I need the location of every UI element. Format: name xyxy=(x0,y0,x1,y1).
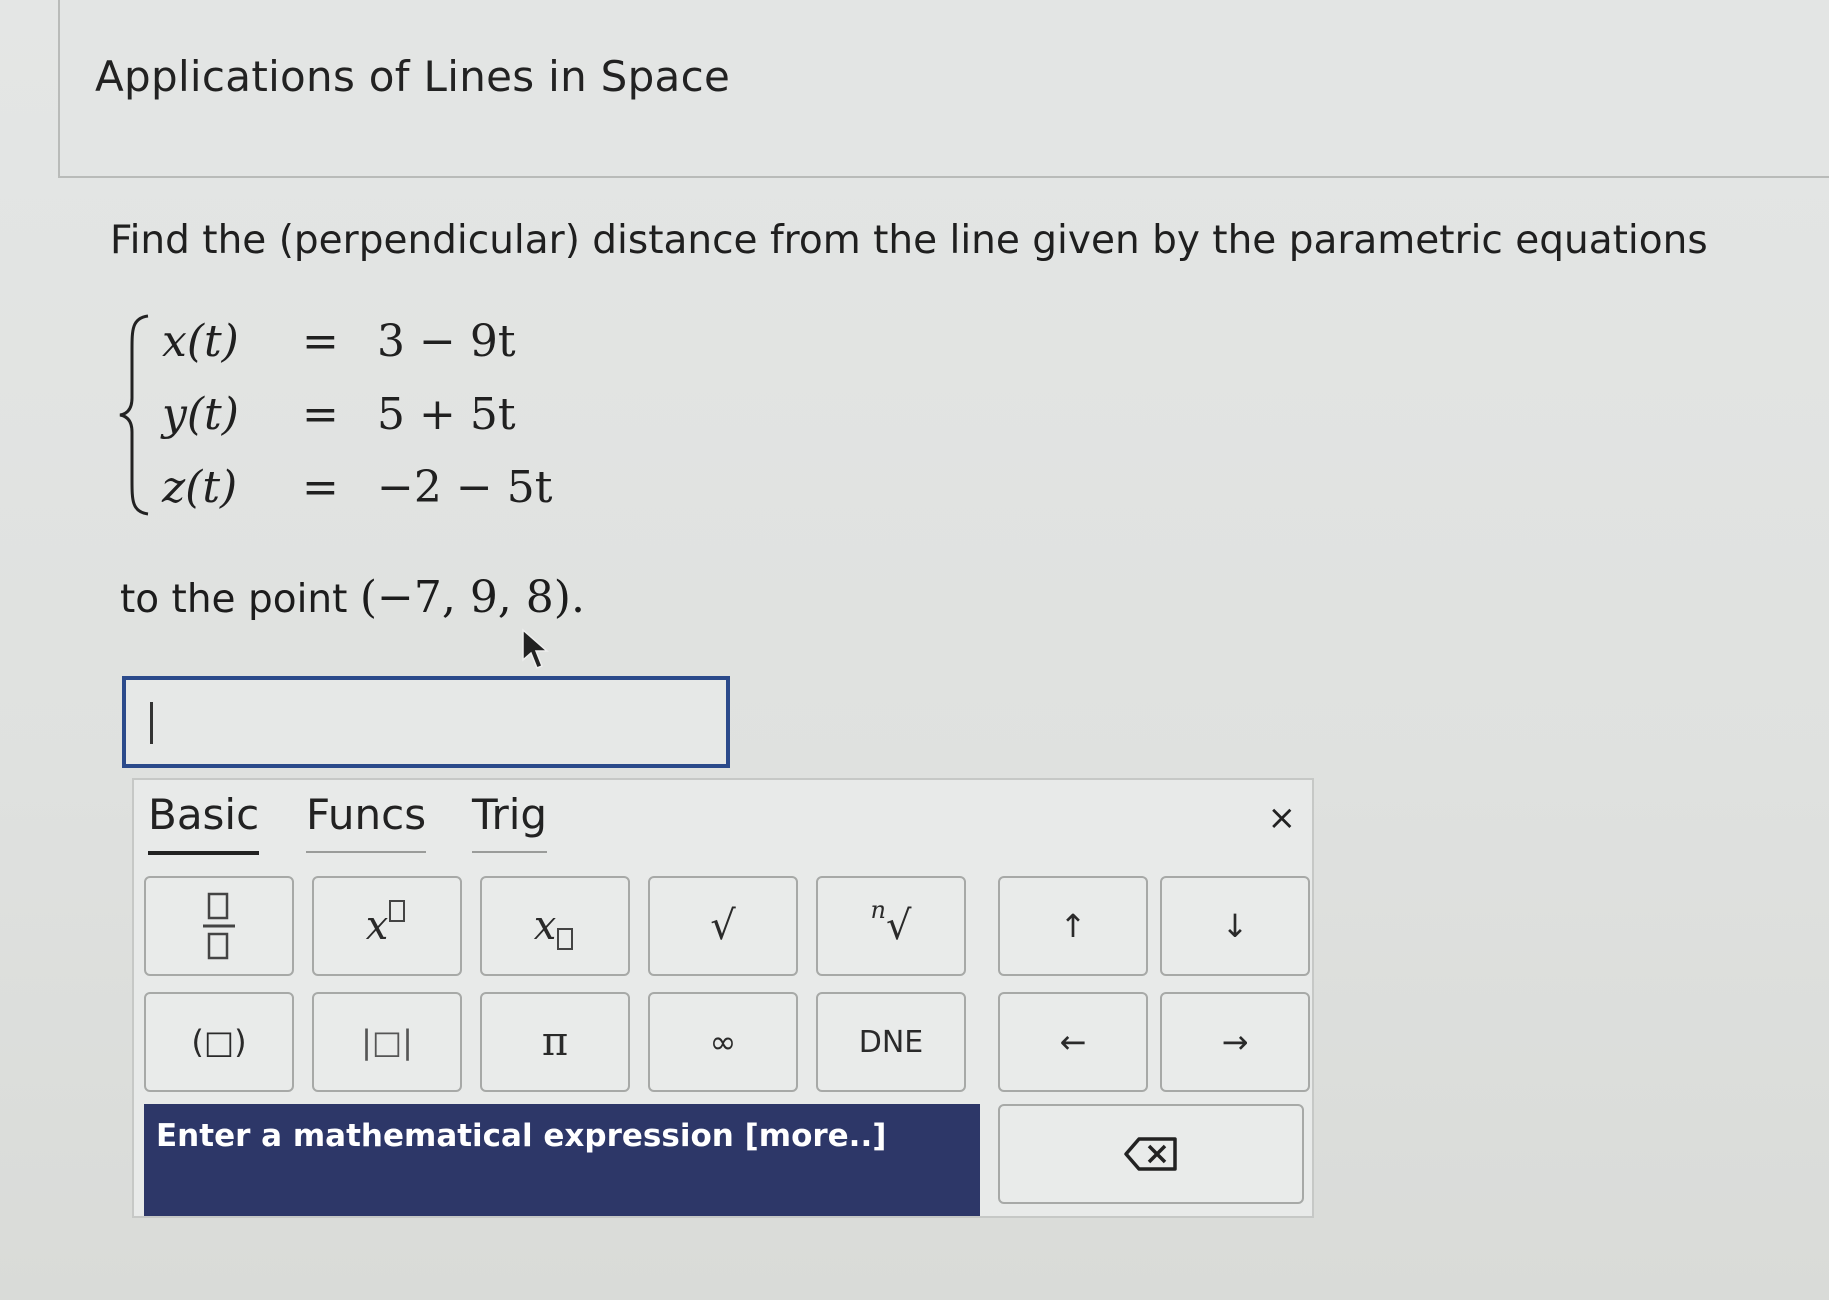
question-prompt: Find the (perpendicular) distance from t… xyxy=(110,218,1708,263)
tab-trig[interactable]: Trig xyxy=(472,790,548,853)
answer-input[interactable] xyxy=(122,676,730,768)
left-brace-icon xyxy=(119,314,149,516)
subscript-box-icon xyxy=(557,928,574,950)
subscript-base: x xyxy=(533,903,557,949)
help-bar[interactable]: Enter a mathematical expression [more..] xyxy=(144,1104,980,1216)
parentheses-icon: (□) xyxy=(191,1023,247,1061)
right-arrow-button[interactable]: → xyxy=(1160,992,1310,1092)
left-arrow-button[interactable]: ← xyxy=(998,992,1148,1092)
point-coordinates: (−7, 9, 8). xyxy=(359,572,585,623)
help-text: Enter a mathematical expression [more..] xyxy=(156,1118,887,1154)
fraction-icon xyxy=(203,892,235,960)
mouse-pointer-icon xyxy=(522,628,549,669)
down-arrow-icon: ↓ xyxy=(1221,907,1249,945)
sqrt-icon: √ xyxy=(710,903,736,949)
equation-y-rhs: 5 + 5t xyxy=(377,389,516,440)
left-arrow-icon: ← xyxy=(1059,1023,1087,1061)
math-keypad: Basic Funcs Trig × x x √ n √ ↑ ↓ (□) |□|… xyxy=(132,778,1314,1218)
pi-icon: π xyxy=(541,1019,569,1065)
up-arrow-icon: ↑ xyxy=(1059,907,1087,945)
dne-label: DNE xyxy=(858,1024,924,1060)
pi-button[interactable]: π xyxy=(480,992,630,1092)
nth-root-icon: √ xyxy=(885,903,912,949)
equals-sign: = xyxy=(302,316,339,367)
equation-x-rhs: 3 − 9t xyxy=(377,316,516,367)
equation-z-rhs: −2 − 5t xyxy=(377,462,553,513)
page-title: Applications of Lines in Space xyxy=(95,52,731,101)
tab-funcs[interactable]: Funcs xyxy=(306,790,427,853)
point-statement: to the point (−7, 9, 8). xyxy=(120,572,585,623)
parametric-equations: x(t) = 3 − 9t y(t) = 5 + 5t z(t) = −2 − … xyxy=(118,310,598,520)
parentheses-button[interactable]: (□) xyxy=(144,992,294,1092)
down-arrow-button[interactable]: ↓ xyxy=(1160,876,1310,976)
superscript-button[interactable]: x xyxy=(312,876,462,976)
backspace-icon xyxy=(1124,1137,1177,1171)
tab-basic[interactable]: Basic xyxy=(148,790,260,855)
point-prefix: to the point xyxy=(120,577,360,622)
subscript-button[interactable]: x xyxy=(480,876,630,976)
equation-z-lhs: z(t) xyxy=(162,462,238,513)
fraction-button[interactable] xyxy=(144,876,294,976)
backspace-button[interactable] xyxy=(998,1104,1304,1204)
close-keypad-button[interactable]: × xyxy=(1268,798,1297,838)
equals-sign: = xyxy=(302,462,339,513)
equals-sign: = xyxy=(302,389,339,440)
infinity-icon: ∞ xyxy=(709,1023,737,1061)
sqrt-button[interactable]: √ xyxy=(648,876,798,976)
dne-button[interactable]: DNE xyxy=(816,992,966,1092)
up-arrow-button[interactable]: ↑ xyxy=(998,876,1148,976)
text-caret xyxy=(150,702,153,744)
superscript-base: x xyxy=(365,903,389,949)
right-arrow-icon: → xyxy=(1221,1023,1249,1061)
nth-root-button[interactable]: n √ xyxy=(816,876,966,976)
equation-y-lhs: y(t) xyxy=(162,389,239,440)
infinity-button[interactable]: ∞ xyxy=(648,992,798,1092)
absolute-value-icon: |□| xyxy=(361,1023,413,1061)
absolute-value-button[interactable]: |□| xyxy=(312,992,462,1092)
superscript-box-icon xyxy=(389,900,406,922)
equation-x-lhs: x(t) xyxy=(162,316,239,367)
nth-root-index: n xyxy=(870,896,886,924)
